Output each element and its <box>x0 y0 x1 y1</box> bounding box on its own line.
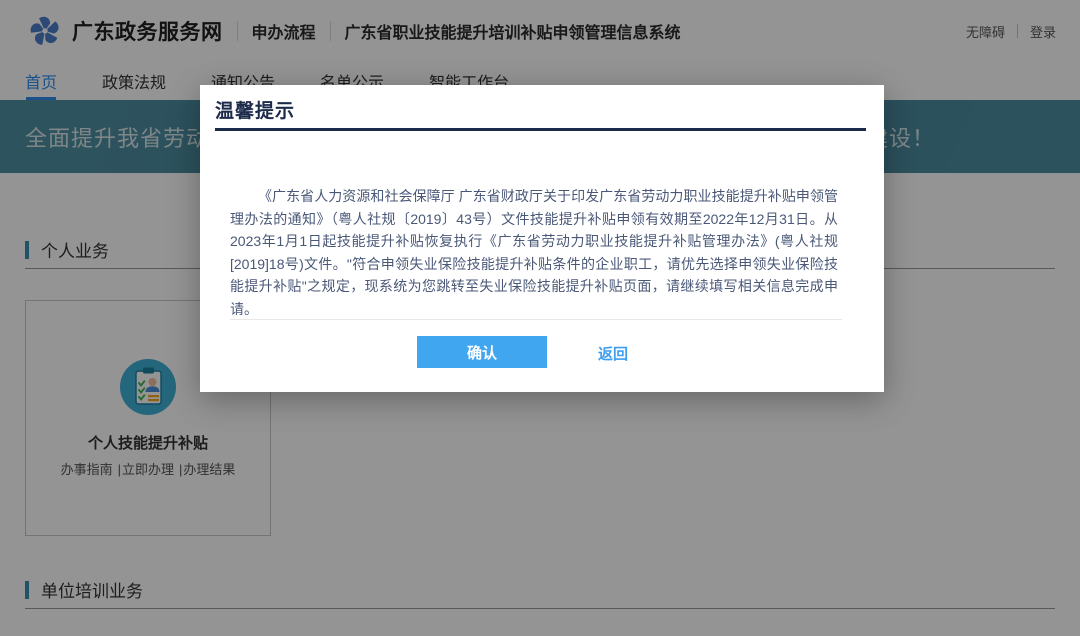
dialog-footer-divider <box>230 319 842 320</box>
back-link[interactable]: 返回 <box>598 343 628 364</box>
dialog-title: 温馨提示 <box>215 96 295 123</box>
notice-dialog: 温馨提示 《广东省人力资源和社会保障厅 广东省财政厅关于印发广东省劳动力职业技能… <box>200 85 884 392</box>
confirm-button[interactable]: 确认 <box>417 336 547 368</box>
page: 广东政务服务网 申办流程 广东省职业技能提升培训补贴申领管理信息系统 无障碍 登… <box>0 0 1080 636</box>
dialog-message: 《广东省人力资源和社会保障厅 广东省财政厅关于印发广东省劳动力职业技能提升补贴申… <box>230 185 838 320</box>
dialog-title-rule <box>215 128 866 131</box>
